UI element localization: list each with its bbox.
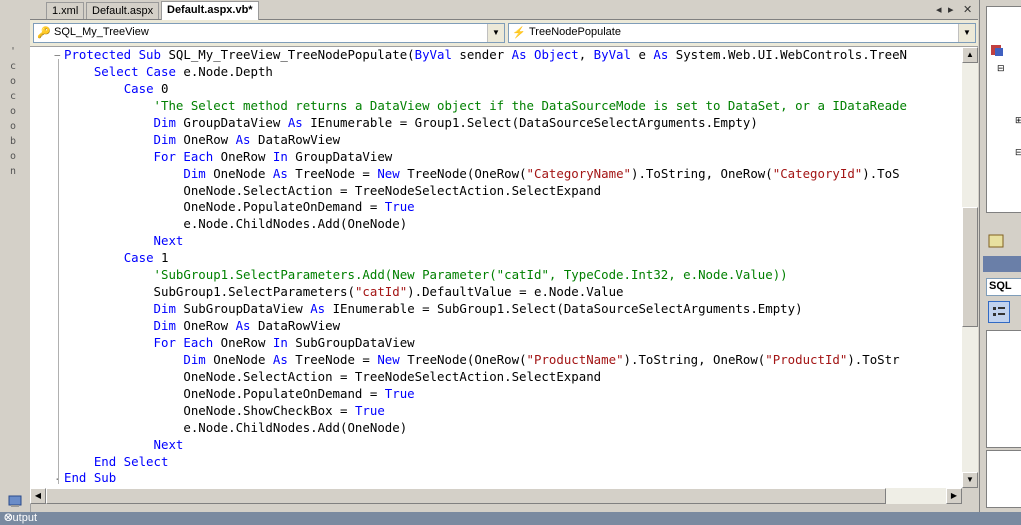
tab-scroll-left-icon[interactable]: ◂ [936,3,942,16]
class-icon: 🔑 [37,27,51,39]
code-line[interactable]: 'SubGroup1.SelectParameters.Add(New Para… [64,267,907,284]
tree-expand-icon[interactable]: ⊞ [1015,115,1021,126]
code-line[interactable]: 'The Select method returns a DataView ob… [64,98,907,115]
server-explorer-icon[interactable] [8,494,22,508]
tab-default-aspx[interactable]: Default.aspx [86,2,160,19]
tree-expand-icon[interactable]: ⊟ [1015,147,1021,158]
code-line[interactable]: e.Node.ChildNodes.Add(OneNode) [64,420,907,437]
editor-gutter [30,47,52,488]
scroll-down-button[interactable]: ▼ [962,472,978,488]
close-tab-icon[interactable]: ✕ [963,3,972,16]
code-line[interactable]: Next [64,437,907,454]
code-line[interactable]: Select Case e.Node.Depth [64,64,907,81]
solution-explorer-panel[interactable]: ⊟ ⊞ ⊟ [986,6,1021,213]
tree-expand-icon[interactable]: ⊟ [997,63,1005,74]
code-line[interactable]: Dim SubGroupDataView As IEnumerable = Su… [64,301,907,318]
method-combo-value: TreeNodePopulate [529,26,621,38]
class-combo-value: SQL_My_TreeView [54,26,149,38]
code-line[interactable]: OneNode.PopulateOnDemand = True [64,199,907,216]
code-line[interactable]: Dim OneNode As TreeNode = New TreeNode(O… [64,166,907,183]
solution-icon [991,45,1003,56]
vertical-scrollbar[interactable]: ▲ ▼ [962,47,978,488]
class-name-combo[interactable]: 🔑 SQL_My_TreeView ▼ [33,23,505,43]
categorized-view-button[interactable] [988,301,1010,323]
horizontal-scrollbar[interactable]: ◀ ▶ [30,488,962,504]
horizontal-scroll-thumb[interactable] [46,488,886,504]
document-tab-strip: 1.xml Default.aspx Default.aspx.vb* ◂ ▸ … [30,0,978,20]
right-tool-panels: ⊟ ⊞ ⊟ SQL [979,0,1021,512]
close-icon[interactable]: ✕ [4,512,1005,525]
chevron-down-icon[interactable]: ▼ [487,24,504,42]
collapse-icon[interactable]: − [54,49,61,62]
properties-title-bar [983,256,1021,272]
code-editor[interactable]: − · Protected Sub SQL_My_TreeView_TreeNo… [30,47,962,488]
code-line[interactable]: OneNode.SelectAction = TreeNodeSelectAct… [64,369,907,386]
tab-1-xml[interactable]: 1.xml [46,2,85,19]
code-line[interactable]: Dim OneRow As DataRowView [64,318,907,335]
properties-grid[interactable] [986,330,1021,448]
code-line[interactable]: Case 0 [64,81,907,98]
scrollbar-corner [962,488,978,504]
outline-line [58,59,59,484]
list-icon [993,307,1005,316]
code-line[interactable]: For Each OneRow In SubGroupDataView [64,335,907,352]
code-line[interactable]: End Select [64,454,907,471]
code-line[interactable]: End Sub [64,470,907,487]
code-line[interactable]: Case 1 [64,250,907,267]
output-window-title[interactable]: Output ✕ [0,512,1021,525]
chevron-down-icon[interactable]: ▼ [958,24,975,42]
code-line[interactable]: Next [64,233,907,250]
code-line[interactable]: For Each OneRow In GroupDataView [64,149,907,166]
event-icon: ⚡ [512,27,526,39]
code-line[interactable]: OneNode.PopulateOnDemand = True [64,386,907,403]
toolbox-vertical-label: ' c o c o o b o n [10,46,17,177]
properties-object-combo[interactable]: SQL [986,278,1021,296]
code-line[interactable]: Dim OneRow As DataRowView [64,132,907,149]
code-line[interactable]: OneNode.SelectAction = TreeNodeSelectAct… [64,183,907,200]
code-line[interactable]: SubGroup1.SelectParameters("catId").Defa… [64,284,907,301]
scroll-up-button[interactable]: ▲ [962,47,978,63]
toolbox-strip[interactable]: ' c o c o o b o n [0,0,31,512]
code-line[interactable]: OneNode.ShowCheckBox = True [64,403,907,420]
vertical-scroll-thumb[interactable] [962,207,978,327]
code-line[interactable]: Dim OneNode As TreeNode = New TreeNode(O… [64,352,907,369]
properties-description [986,450,1021,508]
code-line[interactable]: Protected Sub SQL_My_TreeView_TreeNodePo… [64,47,907,64]
scroll-right-button[interactable]: ▶ [946,488,962,504]
outline-end-icon: · [54,473,61,486]
properties-combo-value: SQL [989,280,1012,292]
code-line[interactable]: e.Node.ChildNodes.Add(OneNode) [64,216,907,233]
panel-tab-icon[interactable] [986,232,1020,254]
code-navigation-bar: 🔑 SQL_My_TreeView ▼ ⚡ TreeNodePopulate ▼ [30,20,978,47]
method-name-combo[interactable]: ⚡ TreeNodePopulate ▼ [508,23,976,43]
tab-default-aspx-vb[interactable]: Default.aspx.vb* [161,1,259,20]
code-line[interactable]: Dim GroupDataView As IEnumerable = Group… [64,115,907,132]
scroll-left-button[interactable]: ◀ [30,488,46,504]
tab-scroll-right-icon[interactable]: ▸ [948,3,954,16]
code-text[interactable]: Protected Sub SQL_My_TreeView_TreeNodePo… [64,47,907,487]
